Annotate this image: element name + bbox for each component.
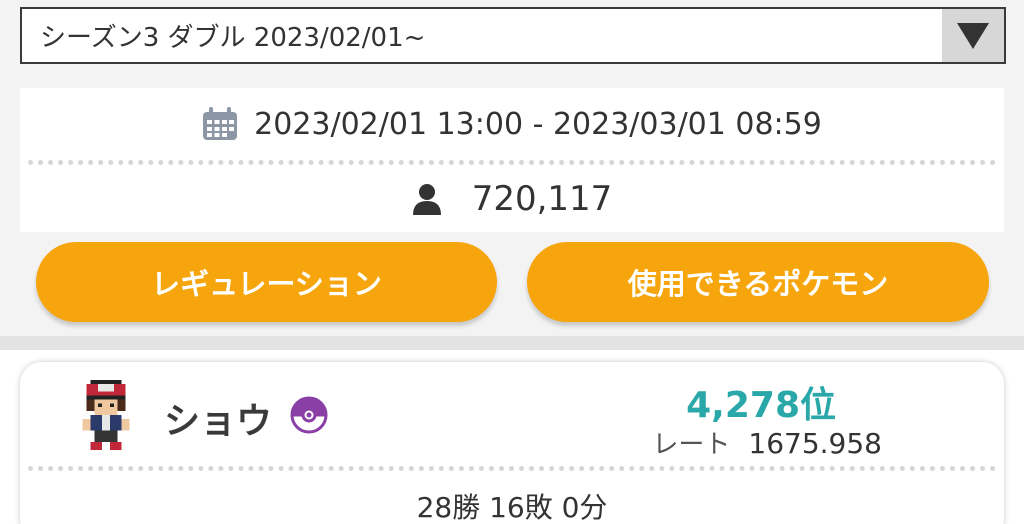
win-loss-record: 28勝 16敗 0分 — [416, 491, 608, 524]
season-info-card: 2023/02/01 13:00 - 2023/03/01 08:59 720,… — [20, 88, 1004, 232]
rate-value: 1675.958 — [748, 427, 882, 460]
participant-count: 720,117 — [471, 178, 613, 219]
player-rank: 4,278位 — [686, 385, 836, 426]
divider — [28, 466, 996, 471]
dropdown-toggle[interactable] — [942, 9, 1004, 62]
triangle-down-icon — [957, 22, 989, 49]
user-icon — [412, 183, 442, 215]
section-divider — [0, 336, 1024, 350]
season-select-value: シーズン3 ダブル 2023/02/01~ — [40, 23, 426, 53]
player-card[interactable]: ショウ 4,278位 レート 1675.958 28勝 16敗 0分 — [20, 362, 1004, 524]
rate-label: レート — [652, 430, 731, 460]
season-period: 2023/02/01 13:00 - 2023/03/01 08:59 — [254, 106, 822, 142]
rate-row: レート 1675.958 — [652, 424, 882, 461]
player-name: ショウ — [164, 401, 273, 442]
calendar-icon — [202, 107, 238, 141]
master-ball-icon — [290, 396, 328, 434]
season-select[interactable]: シーズン3 ダブル 2023/02/01~ — [20, 7, 1006, 64]
participants-row: 720,117 — [20, 165, 1004, 232]
trainer-avatar — [78, 380, 134, 450]
usable-pokemon-button[interactable]: 使用できるポケモン — [527, 242, 989, 322]
season-period-row: 2023/02/01 13:00 - 2023/03/01 08:59 — [20, 88, 1004, 160]
regulation-button[interactable]: レギュレーション — [36, 242, 497, 322]
